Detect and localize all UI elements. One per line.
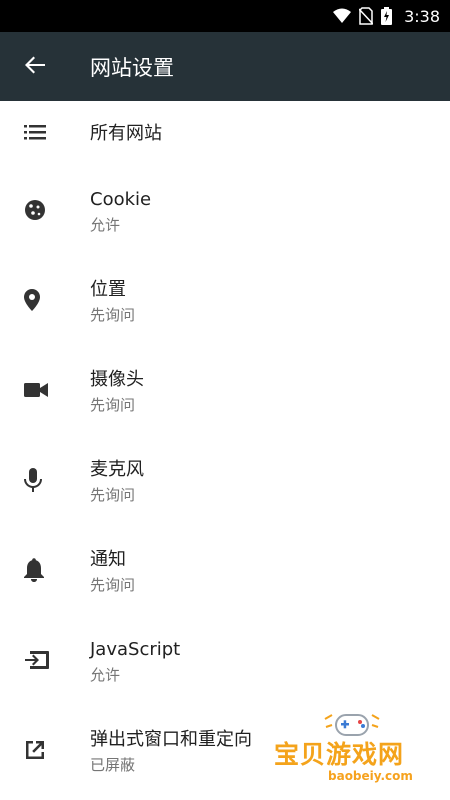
list-item-notifications[interactable]: 通知 先询问 — [0, 527, 450, 617]
list-item-subtitle: 先询问 — [90, 396, 136, 414]
list-item-title: 所有网站 — [90, 123, 162, 144]
list-item-title: 通知 — [90, 549, 126, 570]
arrow-back-icon — [24, 54, 46, 80]
wifi-icon — [333, 8, 352, 24]
bell-icon — [24, 558, 44, 586]
list-item-title: JavaScript — [90, 639, 181, 660]
location-pin-icon — [24, 289, 40, 315]
list-item-microphone[interactable]: 麦克风 先询问 — [0, 437, 450, 527]
back-button[interactable] — [0, 32, 70, 101]
microphone-icon — [24, 468, 42, 496]
toolbar: 网站设置 — [0, 32, 450, 101]
list-item-subtitle: 已屏蔽 — [90, 756, 136, 774]
open-in-new-icon — [24, 739, 46, 765]
status-time: 3:38 — [404, 6, 440, 26]
list-item-subtitle: 先询问 — [90, 306, 136, 324]
list-item-cookie[interactable]: Cookie 允许 — [0, 167, 450, 257]
input-arrow-icon — [24, 650, 50, 674]
videocam-icon — [24, 382, 48, 402]
no-sim-icon — [359, 7, 374, 25]
list-item-location[interactable]: 位置 先询问 — [0, 257, 450, 347]
list-item-title: 麦克风 — [90, 459, 144, 480]
cookie-icon — [24, 199, 46, 225]
list-icon — [24, 124, 46, 144]
battery-charging-icon — [381, 7, 393, 25]
list-item-subtitle: 先询问 — [90, 576, 136, 594]
list-item-subtitle: 先询问 — [90, 486, 136, 504]
settings-list: 所有网站 Cookie 允许 位置 先询问 摄像头 先询问 麦克风 先询问 通知… — [0, 101, 450, 797]
page-title: 网站设置 — [90, 55, 174, 80]
list-item-title: 摄像头 — [90, 369, 144, 390]
list-item-popups[interactable]: 弹出式窗口和重定向 已屏蔽 — [0, 707, 450, 797]
list-item-all-sites[interactable]: 所有网站 — [0, 101, 450, 167]
status-bar: 3:38 — [0, 0, 450, 32]
list-item-title: 位置 — [90, 279, 126, 300]
list-item-subtitle: 允许 — [90, 216, 121, 234]
list-item-javascript[interactable]: JavaScript 允许 — [0, 617, 450, 707]
list-item-camera[interactable]: 摄像头 先询问 — [0, 347, 450, 437]
list-item-subtitle: 允许 — [90, 666, 121, 684]
list-item-title: Cookie — [90, 189, 152, 210]
list-item-title: 弹出式窗口和重定向 — [90, 729, 252, 750]
